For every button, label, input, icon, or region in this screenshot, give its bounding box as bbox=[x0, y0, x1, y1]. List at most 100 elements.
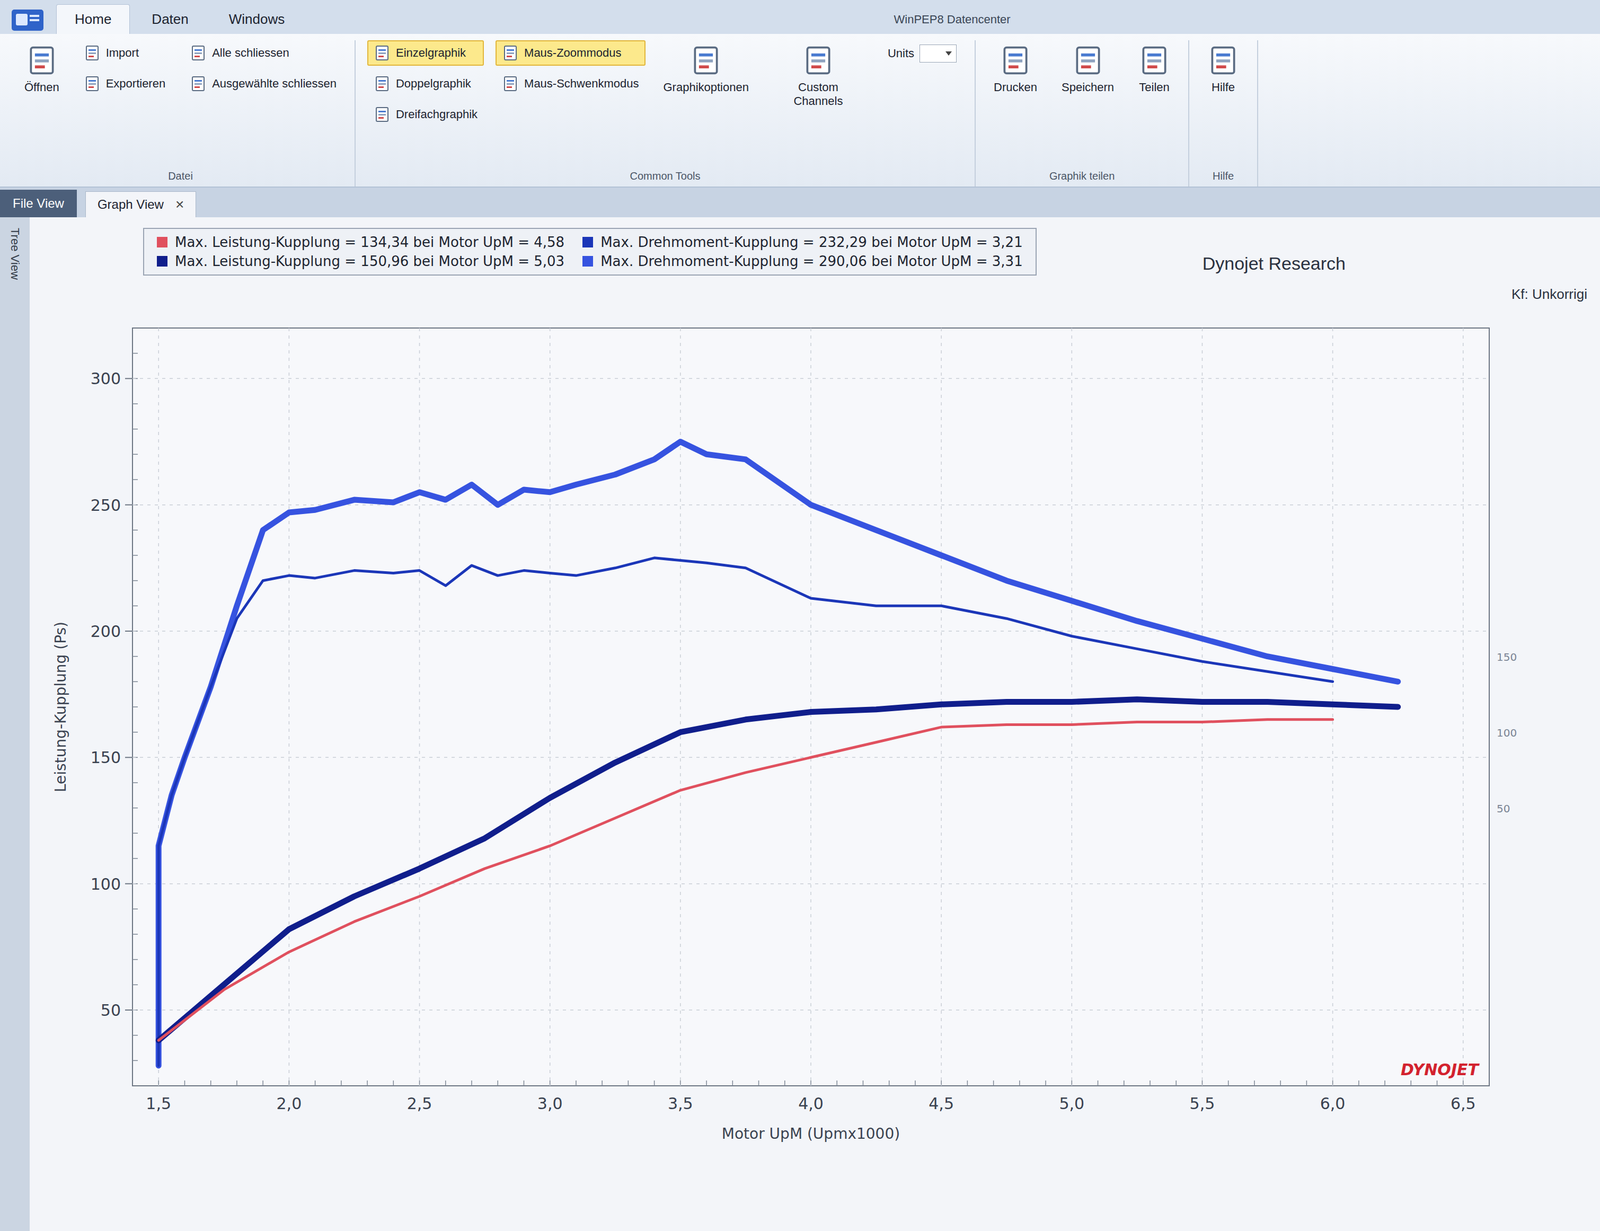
x-minor-tick bbox=[1045, 1080, 1047, 1086]
x-minor-tick bbox=[497, 1080, 499, 1086]
x-minor-tick bbox=[967, 1080, 969, 1086]
ribbon-button[interactable]: Einzelgraphik bbox=[367, 40, 484, 66]
ribbon-button-label: Import bbox=[105, 46, 139, 60]
ribbon-button[interactable]: Hilfe bbox=[1200, 40, 1246, 99]
ribbon-button[interactable]: Maus-Zoommodus bbox=[495, 40, 645, 66]
ribbon-tab[interactable]: Windows bbox=[210, 4, 304, 34]
app-menu-button[interactable] bbox=[8, 5, 47, 34]
x-minor-tick bbox=[653, 1080, 656, 1086]
ribbon-button[interactable]: Drucken bbox=[987, 40, 1044, 99]
x-minor-tick bbox=[1358, 1080, 1360, 1086]
ribbon-button[interactable]: Teilen bbox=[1132, 40, 1177, 99]
y-minor-tick bbox=[132, 908, 138, 910]
document-tab[interactable]: Graph View× bbox=[85, 191, 197, 218]
x-tick-label: 6,0 bbox=[1320, 1094, 1346, 1113]
ribbon-column: Hilfe bbox=[1200, 40, 1246, 99]
units-dropdown[interactable] bbox=[919, 44, 957, 63]
legend-text: Max. Drehmoment-Kupplung = 232,29 bei Mo… bbox=[600, 234, 1023, 251]
y-minor-tick bbox=[132, 605, 138, 607]
legend-swatch bbox=[582, 255, 594, 267]
ribbon-column: Drucken bbox=[987, 40, 1044, 99]
ribbon-column: Maus-Zoommodus Maus-Schwenkmodus bbox=[495, 40, 645, 97]
y-tick-label: 200 bbox=[90, 622, 121, 641]
right-tick-label: 150 bbox=[1496, 650, 1517, 664]
x-minor-tick bbox=[445, 1080, 447, 1086]
ribbon-button[interactable]: Speichern bbox=[1055, 40, 1121, 99]
y-grid-line bbox=[132, 883, 1490, 885]
x-minor-tick bbox=[340, 1080, 342, 1086]
y-tick bbox=[125, 883, 133, 885]
legend-item: Max. Leistung-Kupplung = 134,34 bei Moto… bbox=[156, 234, 565, 251]
ribbon-button-label: Custom Channels bbox=[773, 80, 864, 109]
ribbon-button[interactable]: Alle schliessen bbox=[183, 40, 343, 66]
y-minor-tick bbox=[132, 1060, 138, 1062]
ribbon-column: Units bbox=[881, 40, 963, 67]
ribbon-button[interactable]: Doppelgraphik bbox=[367, 71, 484, 97]
x-grid-line bbox=[1201, 328, 1204, 1086]
ribbon-tab[interactable]: Daten bbox=[133, 4, 207, 34]
x-minor-tick bbox=[1306, 1080, 1308, 1086]
x-minor-tick bbox=[184, 1080, 186, 1086]
ribbon-button[interactable]: Graphikoptionen bbox=[657, 40, 756, 99]
ribbon-group: Einzelgraphik Doppelgraphik Dreifachgraphi… bbox=[355, 40, 976, 187]
ribbon-column: Speichern bbox=[1055, 40, 1121, 99]
ribbon-button[interactable]: Öffnen bbox=[18, 40, 66, 99]
ribbon-button-label: Ausgewählte schliessen bbox=[211, 76, 337, 91]
ribbon-button[interactable]: Maus-Schwenkmodus bbox=[495, 71, 645, 97]
legend-swatch bbox=[156, 236, 168, 248]
x-grid-line bbox=[1462, 328, 1464, 1086]
ribbon-tab[interactable]: Home bbox=[56, 4, 130, 34]
x-minor-tick bbox=[1149, 1080, 1151, 1086]
ribbon-column: Alle schliessen Ausgewählte schliessen bbox=[183, 40, 343, 97]
document-icon bbox=[189, 44, 207, 62]
correction-label: Kf: Unkorrigi bbox=[1511, 227, 1588, 303]
series-line bbox=[158, 442, 1399, 1066]
ribbon-button-label: Hilfe bbox=[1211, 80, 1235, 95]
x-minor-tick bbox=[862, 1080, 864, 1086]
series-line bbox=[158, 719, 1333, 1041]
x-tick-label: 3,5 bbox=[667, 1094, 694, 1113]
document-icon bbox=[999, 44, 1032, 77]
x-tick-label: 2,5 bbox=[407, 1094, 433, 1113]
x-tick-label: 1,5 bbox=[145, 1094, 172, 1113]
ribbon-button[interactable]: Dreifachgraphik bbox=[367, 101, 484, 128]
y-minor-tick bbox=[132, 403, 138, 405]
file-view-tab[interactable]: File View bbox=[0, 189, 77, 218]
y-tick bbox=[125, 504, 133, 506]
y-tick-label: 300 bbox=[90, 369, 121, 388]
legend-item: Max. Drehmoment-Kupplung = 232,29 bei Mo… bbox=[582, 234, 1023, 251]
y-minor-tick bbox=[132, 656, 138, 658]
ribbon-button[interactable]: Units bbox=[881, 40, 963, 67]
ribbon-button[interactable]: Custom Channels bbox=[766, 40, 870, 113]
x-minor-tick bbox=[471, 1080, 473, 1086]
ribbon-button-label: Units bbox=[887, 46, 915, 61]
right-tick-label: 50 bbox=[1496, 802, 1510, 816]
x-minor-tick bbox=[1019, 1080, 1021, 1086]
close-button[interactable]: × bbox=[175, 197, 184, 212]
y-minor-tick bbox=[132, 858, 138, 860]
x-minor-tick bbox=[732, 1080, 734, 1086]
x-tick-label: 5,0 bbox=[1058, 1094, 1085, 1113]
ribbon: Öffnen Import Exportieren Alle schliessen Au… bbox=[0, 33, 1600, 188]
x-minor-tick bbox=[784, 1080, 786, 1086]
x-minor-tick bbox=[1410, 1080, 1412, 1086]
y-minor-tick bbox=[132, 984, 138, 986]
ribbon-group-label: Graphik teilen bbox=[987, 164, 1177, 187]
x-minor-tick bbox=[628, 1080, 630, 1086]
x-minor-tick bbox=[1279, 1080, 1281, 1086]
ribbon-button[interactable]: Ausgewählte schliessen bbox=[183, 71, 343, 97]
ribbon-tabs: HomeDatenWindows bbox=[56, 4, 304, 34]
ribbon-group: Öffnen Import Exportieren Alle schliessen Au… bbox=[6, 40, 356, 187]
ribbon-button[interactable]: Exportieren bbox=[77, 71, 173, 97]
x-minor-tick bbox=[1123, 1080, 1125, 1086]
legend-text: Max. Leistung-Kupplung = 150,96 bei Moto… bbox=[174, 253, 565, 270]
dyno-chart[interactable]: 300250200150100501,52,02,53,03,54,04,55,… bbox=[42, 306, 1559, 1155]
ribbon-button[interactable]: Import bbox=[77, 40, 173, 66]
x-grid-line bbox=[1071, 328, 1073, 1086]
tree-view-strip[interactable]: Tree View bbox=[0, 217, 30, 1231]
ribbon-button-label: Speichern bbox=[1061, 80, 1115, 95]
x-grid-line bbox=[810, 328, 812, 1086]
ribbon-group-label: Datei bbox=[18, 164, 343, 187]
ribbon-group: Drucken Speichern Teilen Graphik teilen bbox=[975, 40, 1190, 187]
x-minor-tick bbox=[993, 1080, 995, 1086]
